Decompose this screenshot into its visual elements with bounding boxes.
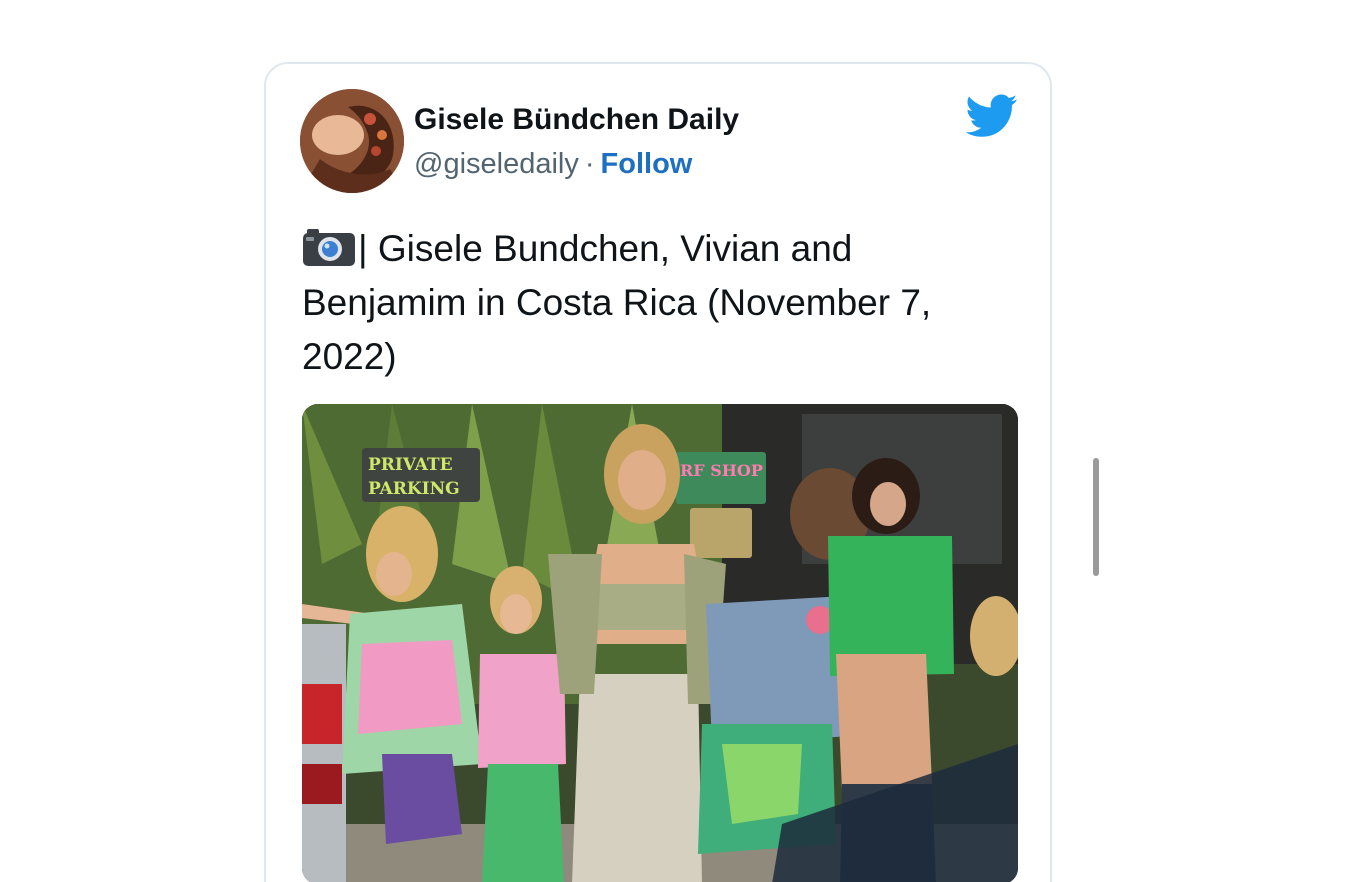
sign-shop: RF SHOP <box>680 461 763 480</box>
follow-button[interactable]: Follow <box>601 148 693 180</box>
separator-dot: · <box>584 148 595 180</box>
twitter-bird-icon[interactable] <box>966 94 1018 138</box>
photo-scene: PRIVATE PARKING RF SHOP <box>302 404 1018 882</box>
tweet-card[interactable]: Gisele Bündchen Daily @giseledaily · Follo… <box>264 62 1052 882</box>
avatar[interactable] <box>300 89 404 193</box>
scrollbar-thumb[interactable] <box>1093 458 1099 576</box>
author-display-name[interactable]: Gisele Bündchen Daily <box>414 102 739 138</box>
tweet-text: | Gisele Bundchen, Vivian and Benjamim i… <box>302 222 1022 384</box>
tweet-text-body: | Gisele Bundchen, Vivian and Benjamim i… <box>302 228 932 377</box>
sign-private: PRIVATE <box>368 455 453 475</box>
camera-icon <box>303 229 355 266</box>
sign-parking: PARKING <box>368 479 460 499</box>
handle-row: @giseledaily · Follow <box>414 146 739 182</box>
page: Gisele Bündchen Daily @giseledaily · Follo… <box>0 0 1363 882</box>
avatar-image <box>300 89 404 193</box>
author-handle[interactable]: @giseledaily <box>414 148 579 180</box>
author-block: Gisele Bündchen Daily @giseledaily · Follo… <box>414 102 739 182</box>
tweet-photo[interactable]: PRIVATE PARKING RF SHOP <box>302 404 1018 882</box>
